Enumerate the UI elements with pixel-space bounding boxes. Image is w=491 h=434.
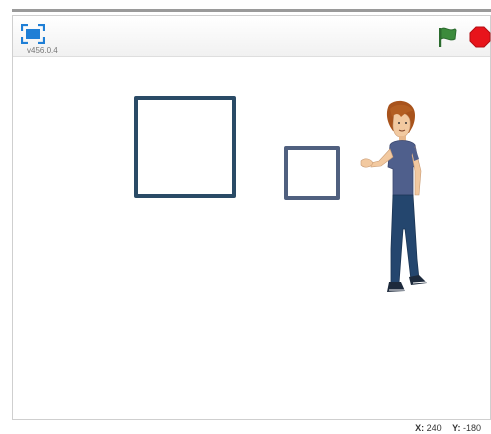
x-coordinate-label: X: [415,423,425,433]
boy-character-sprite[interactable] [357,99,431,299]
stage-frame: v456.0.4 [12,15,491,420]
stage-header: v456.0.4 [13,16,491,57]
top-divider [12,9,491,12]
fullscreen-icon[interactable] [20,23,46,45]
y-coordinate-label: Y: [452,423,461,433]
square-sprite-small[interactable] [284,146,340,200]
square-sprite-large[interactable] [134,96,236,198]
version-label: v456.0.4 [27,46,58,55]
y-coordinate-value: -180 [462,423,481,433]
x-coordinate-value: 240 [426,423,442,433]
green-flag-icon[interactable] [436,26,460,48]
mouse-coordinates: X: 240 Y: -180 [415,423,481,433]
stop-icon[interactable] [469,26,491,48]
stage-canvas[interactable] [13,57,490,419]
